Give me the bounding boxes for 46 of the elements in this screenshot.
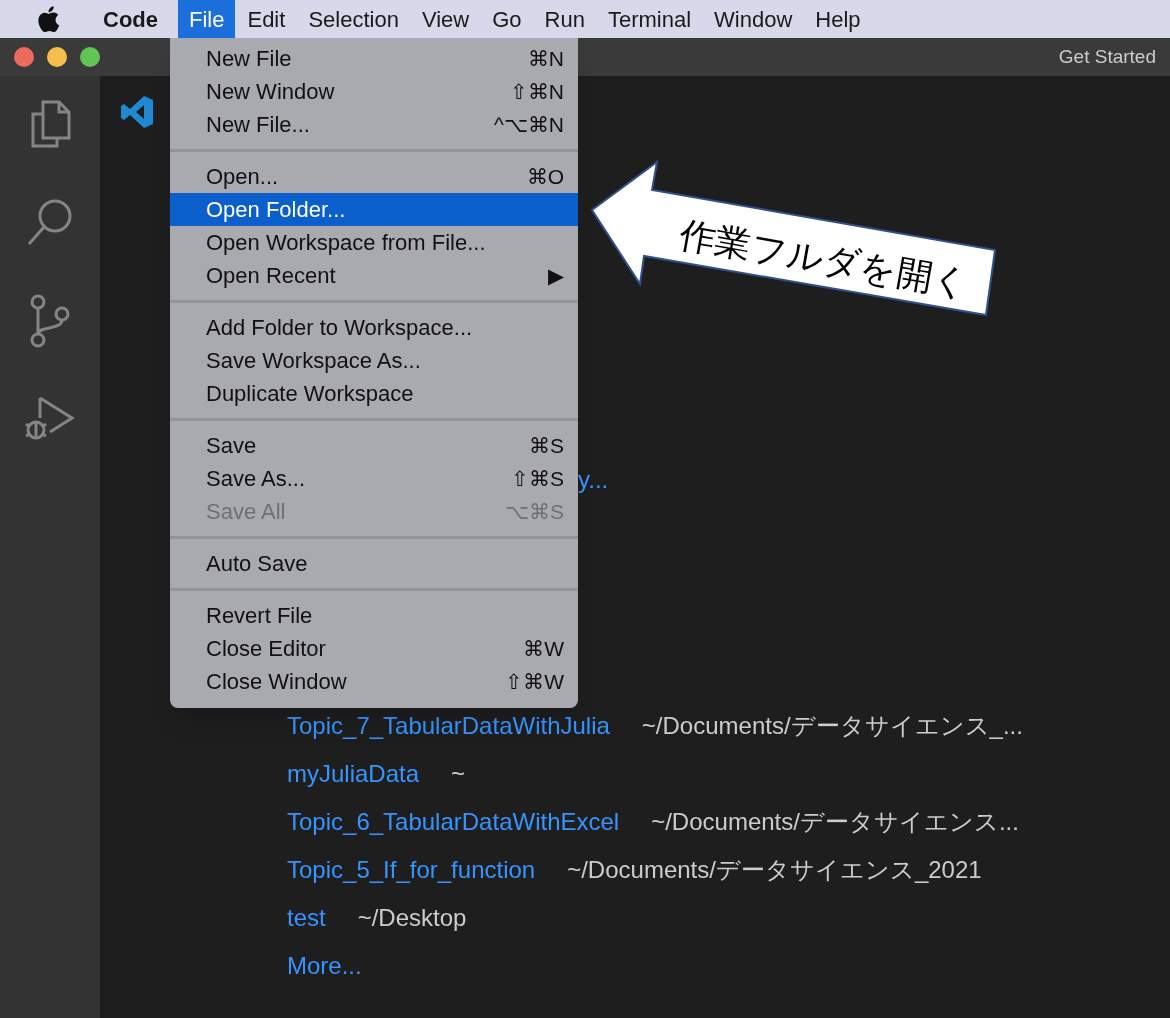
folder-path: ~/Documents/データサイエンス... — [651, 807, 1019, 837]
menu-item[interactable]: Close Editor ⌘W — [170, 632, 578, 665]
menu-item[interactable]: New File... ^⌥⌘N — [170, 108, 578, 141]
menu-item[interactable]: Duplicate Workspace — [170, 377, 578, 410]
recent-folder-link[interactable]: Topic_5_If_for_function — [287, 852, 536, 888]
minimize-window-icon[interactable] — [47, 47, 67, 67]
folder-path: ~/Documents/データサイエンス_2021 — [567, 855, 982, 885]
menu-item[interactable]: Auto Save — [170, 547, 578, 580]
menu-bar-item[interactable]: File — [178, 0, 236, 38]
menu-bar-item[interactable]: Go — [481, 0, 533, 38]
menu-bar-item[interactable]: Edit — [236, 0, 297, 38]
menu-bar-item[interactable]: Help — [804, 0, 872, 38]
recent-folder-link[interactable]: myJuliaData — [287, 756, 420, 792]
more-link[interactable]: More... — [287, 948, 362, 984]
menu-item[interactable]: New Window ⇧⌘N — [170, 75, 578, 108]
menu-bar-item[interactable]: View — [410, 0, 481, 38]
menu-item[interactable]: Save Workspace As... — [170, 344, 578, 377]
menu-item[interactable]: New File ⌘N — [170, 42, 578, 75]
menu-bar-item[interactable]: Window — [703, 0, 804, 38]
apple-logo-icon[interactable] — [36, 5, 60, 33]
callout-text: 作業フルダを開く — [676, 213, 973, 305]
recent-folder-link[interactable]: test — [287, 900, 326, 936]
menu-bar-item[interactable]: Run — [533, 0, 596, 38]
recent-folder-link[interactable]: Topic_7_TabularDataWithJulia — [287, 708, 610, 744]
menu-item[interactable]: Open Folder... — [170, 193, 578, 226]
recent-folder-link[interactable]: Topic_6_TabularDataWithExcel — [287, 804, 620, 840]
menu-item[interactable]: Add Folder to Workspace... — [170, 311, 578, 344]
menu-item[interactable]: Open... ⌘O — [170, 160, 578, 193]
close-window-icon[interactable] — [14, 47, 34, 67]
menu-bar-item[interactable]: Selection — [297, 0, 410, 38]
folder-path: ~ — [451, 759, 466, 789]
zoom-window-icon[interactable] — [80, 47, 100, 67]
folder-path: ~/Documents/データサイエンス_... — [641, 711, 1023, 741]
folder-path: ~/Desktop — [357, 903, 467, 933]
menu-item[interactable]: Revert File — [170, 599, 578, 632]
menu-item[interactable]: Open Recent ▶ — [170, 259, 578, 292]
source-control-icon[interactable] — [28, 294, 72, 348]
menu-bar-item[interactable]: Terminal — [596, 0, 703, 38]
window-title: Get Started — [1058, 44, 1156, 69]
menu-item[interactable]: Close Window ⇧⌘W — [170, 665, 578, 698]
vscode-logo-icon — [120, 95, 154, 129]
menu-bar-item[interactable]: Code — [92, 0, 169, 38]
start-link-fragment[interactable]: y... — [578, 462, 609, 498]
menu-item[interactable]: Open Workspace from File... — [170, 226, 578, 259]
menu-item[interactable]: Save As... ⇧⌘S — [170, 462, 578, 495]
menu-item[interactable]: Save ⌘S — [170, 429, 578, 462]
